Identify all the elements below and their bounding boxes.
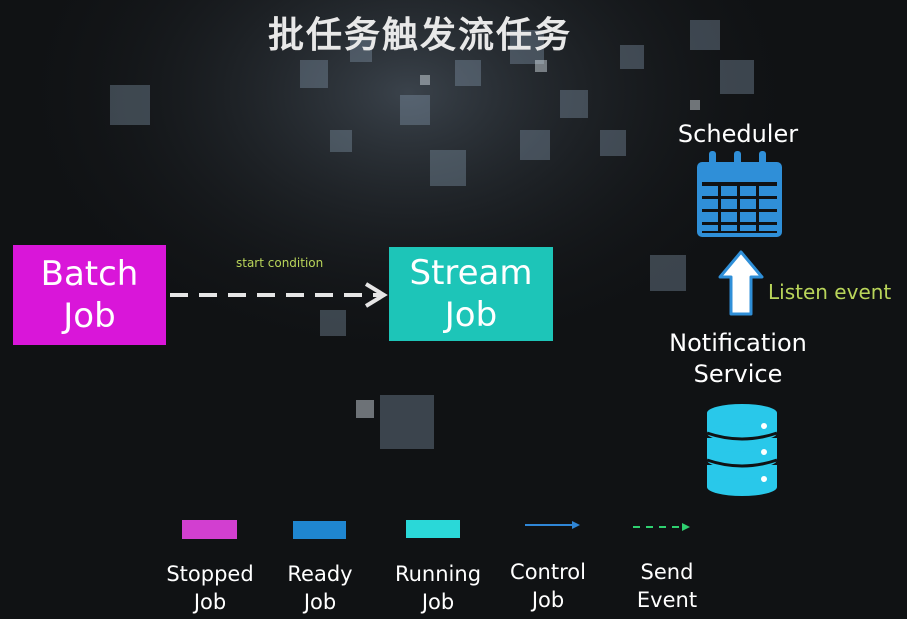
notification-service-label: Notification Service [669, 329, 807, 388]
legend-running-label: Running Job [394, 562, 482, 614]
dashed-arrow-icon [170, 282, 388, 308]
up-arrow-icon [718, 250, 764, 316]
database-icon [706, 404, 778, 496]
legend-running-swatch [406, 520, 460, 538]
legend-stopped-label: Stopped Job [166, 562, 254, 614]
listen-event-label: Listen event [768, 280, 892, 304]
legend-stopped-swatch [182, 520, 237, 539]
legend-send-event-label: Send Event [636, 560, 698, 612]
legend-ready-swatch [293, 521, 346, 539]
legend-control-arrow-icon [525, 521, 580, 529]
legend-ready-label: Ready Job [287, 562, 353, 614]
calendar-icon [697, 151, 782, 237]
diagram-connectors [170, 151, 782, 539]
legend-send-event-arrow-icon [633, 523, 690, 531]
scheduler-label: Scheduler [677, 120, 799, 148]
legend-control-label: Control Job [510, 560, 586, 612]
